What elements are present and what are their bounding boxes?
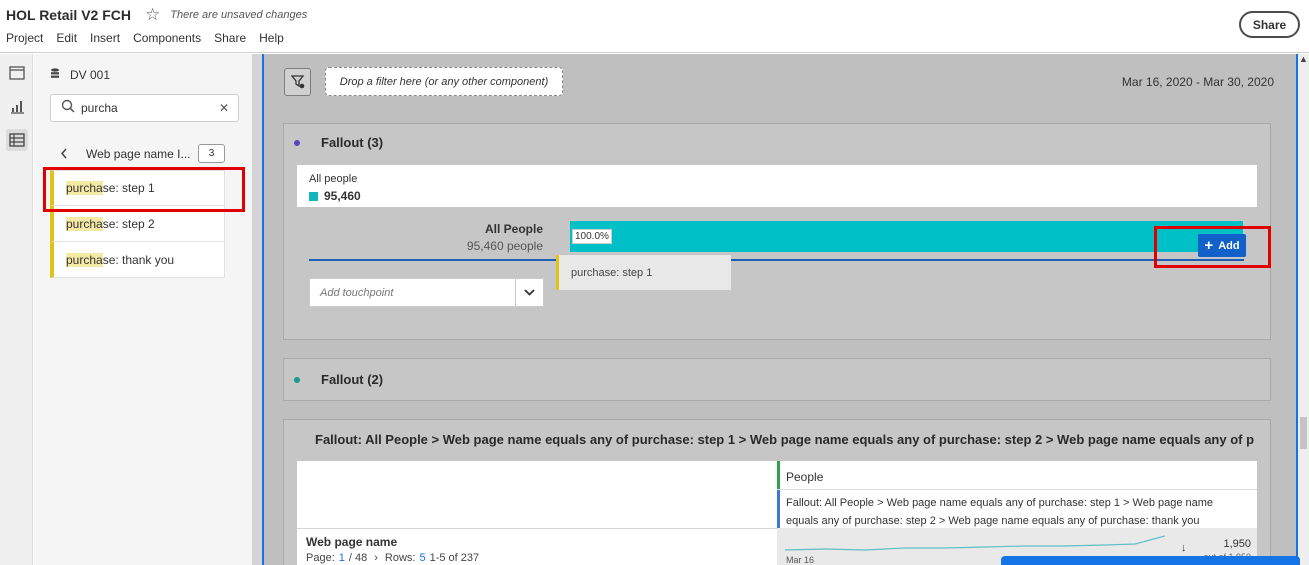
sparkline-start-date: Mar 16	[786, 555, 815, 565]
component-search[interactable]: purcha ✕	[50, 94, 239, 122]
components-icon[interactable]	[6, 129, 28, 151]
breadcrumb[interactable]: Web page name I... 3	[60, 144, 225, 164]
menu-insert[interactable]: Insert	[90, 31, 120, 45]
workspace-scrollbar[interactable]: ▲	[1298, 54, 1309, 565]
search-icon	[61, 99, 75, 118]
dragged-component[interactable]: purchase: step 1	[556, 255, 731, 290]
panel-splitter[interactable]	[252, 54, 262, 565]
touchpoint-label: All People 95,460 people	[434, 222, 543, 253]
scrollbar-thumb[interactable]	[1300, 417, 1307, 449]
chevron-left-icon[interactable]	[60, 146, 80, 163]
list-item[interactable]: purcha se: thank you	[50, 242, 225, 278]
add-touchpoint-input[interactable]: Add touchpoint	[309, 278, 544, 307]
left-rail	[0, 54, 33, 565]
chevron-right-icon[interactable]: ›	[374, 552, 378, 564]
metric-color-indicator	[777, 461, 780, 489]
page-current[interactable]: 1	[339, 552, 345, 564]
fallout-panel: Fallout (3) All people 95,460 All People…	[283, 123, 1271, 340]
panel-title: Fallout (2)	[321, 372, 384, 387]
segment-label: All people	[309, 173, 358, 185]
clear-search-icon[interactable]: ✕	[219, 101, 229, 115]
rows-label: Rows:	[384, 552, 416, 564]
touchpoint-count: 95,460 people	[466, 239, 543, 253]
search-highlight: purcha	[66, 181, 103, 195]
segment-summary: All people 95,460	[297, 165, 1257, 207]
pagination: Page: 1 / 48 › Rows: 5 1-5 of 237	[306, 552, 479, 564]
drop-indicator-line	[309, 259, 1244, 261]
filter-icon[interactable]	[284, 68, 311, 96]
menu-bar: Project Edit Insert Components Share Hel…	[6, 31, 284, 45]
unsaved-status: There are unsaved changes	[170, 8, 308, 21]
add-label: Add	[1218, 239, 1240, 252]
visualizations-icon[interactable]	[6, 95, 28, 117]
date-range[interactable]: Mar 16, 2020 - Mar 30, 2020	[1122, 75, 1274, 89]
add-touchpoint-placeholder: Add touchpoint	[320, 286, 394, 299]
panel-dot	[294, 139, 300, 146]
list-item-label: se: step 2	[102, 216, 155, 231]
workspace: Drop a filter here (or any other compone…	[262, 54, 1298, 565]
list-item-label: se: thank you	[102, 252, 175, 267]
panel-title: Fallout (3)	[321, 135, 384, 150]
metric-header-fallout[interactable]: Fallout: All People > Web page name equa…	[786, 494, 1248, 530]
rows-range: 1-5 of 237	[429, 552, 480, 564]
panel-header[interactable]: Fallout (3)	[294, 135, 383, 150]
panels-icon[interactable]	[6, 62, 28, 84]
page-label: Page:	[306, 552, 335, 564]
freeform-table-panel: Fallout: All People > Web page name equa…	[283, 419, 1271, 565]
metric-header-people[interactable]: People	[786, 470, 823, 484]
total-value: 1,950	[1223, 538, 1251, 550]
menu-components[interactable]: Components	[133, 31, 201, 45]
menu-help[interactable]: Help	[259, 31, 284, 45]
rows-value[interactable]: 5	[419, 552, 425, 564]
filter-row: Drop a filter here (or any other compone…	[284, 67, 1274, 97]
panel-header[interactable]: Fallout (2)	[294, 372, 383, 387]
segment-count: 95,460	[324, 189, 361, 203]
search-input[interactable]: purcha	[81, 101, 219, 115]
arrow-down-icon: ↓	[1181, 542, 1187, 554]
panel-header[interactable]: Fallout: All People > Web page name equa…	[294, 432, 1254, 447]
search-highlight: purcha	[66, 252, 103, 267]
share-button[interactable]: Share	[1239, 11, 1300, 38]
notification-toast-edge	[1001, 556, 1300, 565]
page-total: / 48	[348, 552, 368, 564]
scroll-up-icon[interactable]: ▲	[1299, 54, 1308, 64]
app-header: HOL Retail V2 FCH ☆ There are unsaved ch…	[0, 0, 1309, 53]
panel-title: Fallout: All People > Web page name equa…	[315, 432, 1254, 447]
sparkline	[785, 535, 1165, 551]
filter-drop-zone[interactable]: Drop a filter here (or any other compone…	[325, 67, 563, 96]
dimension-header[interactable]: Web page name	[306, 535, 397, 549]
component-list: purcha se: step 1 purcha se: step 2 purcha…	[50, 170, 225, 278]
touchpoint-name: All People	[484, 222, 543, 236]
add-touchpoint-button[interactable]: + Add	[1198, 234, 1246, 257]
data-view-selector[interactable]: DV 001	[50, 68, 110, 82]
chevron-down-icon[interactable]	[515, 279, 543, 306]
metric-color-indicator	[777, 490, 780, 528]
list-item[interactable]: purcha se: step 2	[50, 206, 225, 242]
menu-project[interactable]: Project	[6, 31, 43, 45]
database-icon	[50, 68, 60, 82]
item-count-badge: 3	[198, 144, 225, 163]
plus-icon: +	[1204, 237, 1214, 254]
list-item-label: se: step 1	[102, 181, 155, 195]
header-divider	[777, 489, 1257, 490]
table-dimension-column: Web page name Page: 1 / 48 › Rows: 5 1-5…	[297, 461, 777, 565]
breadcrumb-label: Web page name I...	[86, 147, 191, 161]
fallout-panel: Fallout (2)	[283, 358, 1271, 401]
list-item[interactable]: purcha se: step 1	[50, 170, 225, 206]
menu-share[interactable]: Share	[214, 31, 246, 45]
project-title[interactable]: HOL Retail V2 FCH	[6, 7, 131, 23]
fallout-bar[interactable]	[570, 221, 1243, 252]
components-panel: DV 001 purcha ✕ Web page name I... 3 pur…	[34, 54, 252, 565]
panel-dot	[294, 376, 300, 383]
bar-percent: 100.0%	[572, 229, 612, 244]
table-metric-columns: People Fallout: All People > Web page na…	[777, 461, 1257, 565]
star-icon[interactable]: ☆	[145, 6, 160, 23]
menu-edit[interactable]: Edit	[56, 31, 77, 45]
segment-swatch	[309, 191, 318, 201]
row-divider	[297, 528, 777, 529]
search-highlight: purcha	[66, 216, 103, 231]
segment-value: 95,460	[309, 189, 361, 203]
data-view-label: DV 001	[70, 68, 111, 82]
title-row: HOL Retail V2 FCH ☆ There are unsaved ch…	[6, 6, 307, 23]
